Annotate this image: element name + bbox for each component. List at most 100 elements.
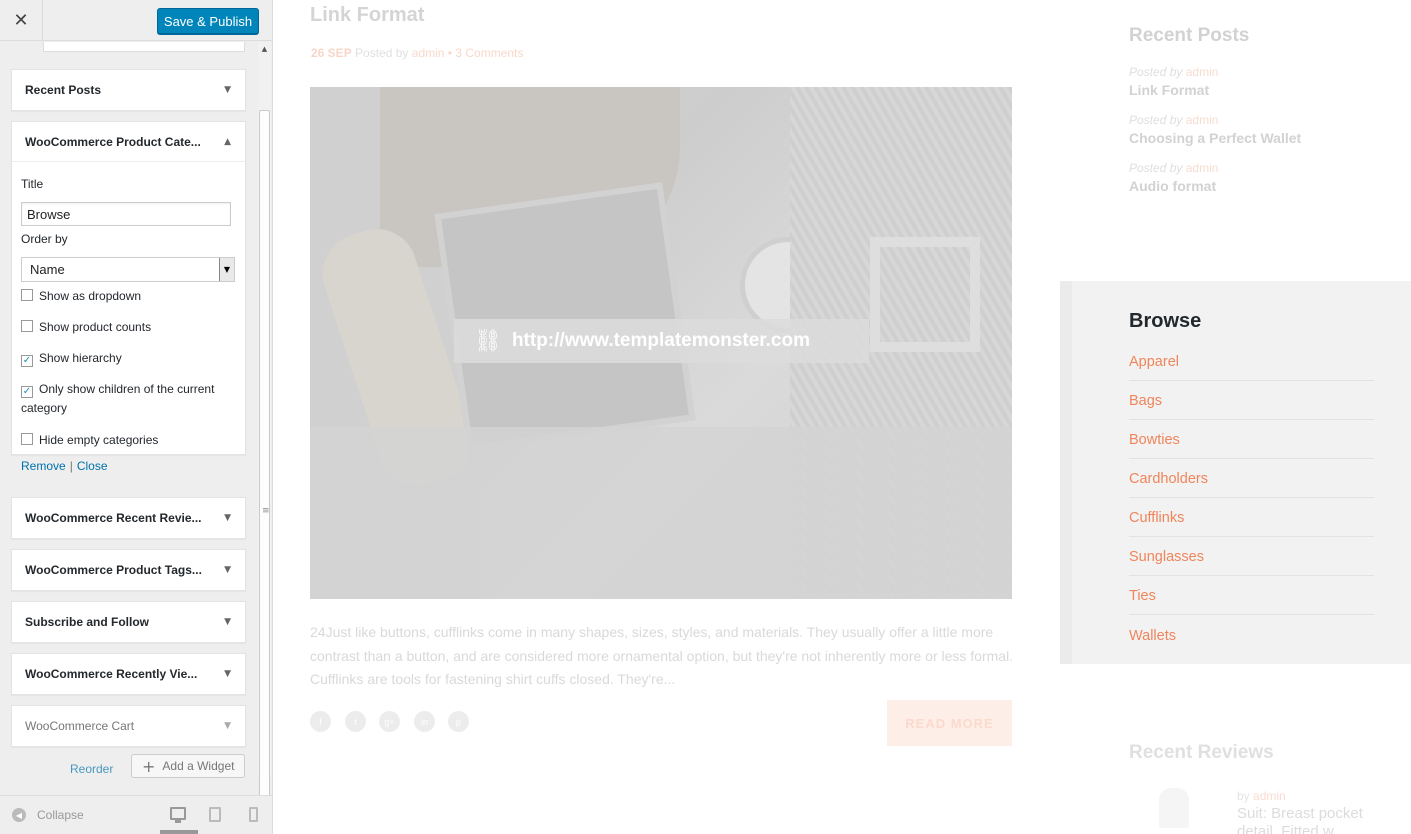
chevron-down-icon[interactable]: ▼ [224,617,231,627]
widget-actions: Remove | Close [21,459,108,473]
category-link-wallets[interactable]: Wallets [1129,615,1374,654]
browse-heading: Browse [1129,310,1202,332]
plus-icon: + [142,756,156,776]
pinterest-icon[interactable]: p [448,711,469,732]
checkbox-only-children[interactable]: ✓ Only show children of the current categ… [21,380,236,418]
close-link[interactable]: Close [77,459,108,473]
browse-categories-widget: Browse Apparel Bags Bowties Cardholders … [1060,281,1411,664]
title-input[interactable] [21,202,231,226]
widget-recently-viewed[interactable]: WooCommerce Recently Vie... ▼ [11,653,246,695]
post-title[interactable]: Link Format [310,4,424,27]
grip-icon: ≡ [262,506,270,516]
link-url[interactable]: http://www.templatemonster.com [512,330,810,352]
recent-posts-heading: Recent Posts [1129,25,1250,46]
widget-product-categories: WooCommerce Product Cate... ▲ Title Orde… [11,121,246,473]
widget-area-actions: Reorder + Add a Widget [0,754,258,784]
scroll-up-arrow-icon[interactable]: ▲ [258,42,271,55]
chevron-down-icon[interactable]: ▼ [224,565,231,575]
category-list: Apparel Bags Bowties Cardholders Cufflin… [1129,342,1374,654]
widget-title: WooCommerce Product Cate... [25,134,201,149]
chevron-down-icon[interactable]: ▼ [219,258,234,281]
order-by-label: Order by [21,232,68,246]
add-widget-label: Add a Widget [162,759,235,773]
active-device-indicator [160,830,198,834]
facebook-icon[interactable]: f [310,711,331,732]
widget-list: Recent Posts ▼ WooCommerce Product Cate.… [0,42,258,795]
close-icon[interactable]: ✕ [0,0,43,41]
checkbox-checked[interactable]: ✓ [21,355,33,367]
order-by-select[interactable]: Name ▼ [21,257,235,282]
widget-cart[interactable]: WooCommerce Cart ▼ [11,705,246,747]
linkedin-icon[interactable]: in [414,711,435,732]
post-excerpt: 24Just like buttons, cufflinks come in m… [310,624,1014,687]
recent-post-link[interactable]: Choosing a Perfect Wallet [1129,130,1411,146]
review-product-link[interactable]: Suit: Breast pocket detail, Fitted w... [1237,805,1387,834]
desktop-preview-icon[interactable] [170,807,186,823]
save-publish-button[interactable]: Save & Publish [157,8,259,34]
recent-post-link[interactable]: Link Format [1129,82,1411,98]
widget-title: Subscribe and Follow [25,615,150,629]
author-link[interactable]: admin [1186,65,1219,79]
chevron-down-icon[interactable]: ▼ [224,721,231,731]
category-link-bags[interactable]: Bags [1129,381,1374,420]
previous-section-edge [43,42,245,52]
mobile-preview-icon[interactable] [249,807,258,822]
scrollbar-thumb[interactable]: ≡ [259,110,270,818]
checkbox-show-hierarchy[interactable]: ✓ Show hierarchy [21,349,236,368]
remove-link[interactable]: Remove [21,459,66,473]
chevron-down-icon[interactable]: ▼ [224,85,231,95]
google-plus-icon[interactable]: g+ [379,711,400,732]
widget-product-tags[interactable]: WooCommerce Product Tags... ▼ [11,549,246,591]
chevron-down-icon[interactable]: ▼ [224,669,231,679]
recent-post-link[interactable]: Audio format [1129,178,1411,194]
meta-dot: • [447,46,452,60]
category-link-cardholders[interactable]: Cardholders [1129,459,1374,498]
chevron-up-icon[interactable]: ▲ [224,137,231,147]
checkbox[interactable] [21,320,33,332]
post-meta: 26 SEP Posted by admin • 3 Comments [311,46,523,60]
checkbox-hide-empty[interactable]: Hide empty categories [21,431,236,450]
widget-title: WooCommerce Cart [25,719,135,733]
category-link-ties[interactable]: Ties [1129,576,1374,615]
post-author-link[interactable]: admin [412,46,445,60]
recent-post-item: Posted by admin Choosing a Perfect Walle… [1129,113,1411,146]
title-label: Title [21,177,44,191]
category-link-bowties[interactable]: Bowties [1129,420,1374,459]
customizer-sidebar: ✕ Save & Publish Recent Posts ▼ WooComme… [0,0,273,834]
reorder-link[interactable]: Reorder [70,762,113,776]
checkbox[interactable] [21,289,33,301]
recent-reviews-heading: Recent Reviews [1129,742,1274,763]
post-date: 26 SEP [311,46,352,60]
collapse-button[interactable]: Collapse [37,808,84,822]
checkbox-show-dropdown[interactable]: Show as dropdown [21,287,236,306]
category-link-cufflinks[interactable]: Cufflinks [1129,498,1374,537]
checkbox[interactable] [21,433,33,445]
widget-recent-posts[interactable]: Recent Posts ▼ [11,69,246,111]
separator: | [69,459,73,473]
widget-subscribe-follow[interactable]: Subscribe and Follow ▼ [11,601,246,643]
category-link-apparel[interactable]: Apparel [1129,342,1374,381]
scrollbar[interactable]: ▲ ≡ [258,42,271,818]
posted-by-label: Posted by [355,46,409,60]
recent-post-item: Posted by admin Audio format [1129,161,1411,194]
post-featured-image: ⛓ http://www.templatemonster.com [310,87,1012,599]
order-by-value: Name [30,262,65,277]
add-widget-button[interactable]: + Add a Widget [131,754,245,778]
review-product-thumbnail[interactable] [1159,788,1189,828]
author-link[interactable]: admin [1186,113,1219,127]
author-link[interactable]: admin [1186,161,1219,175]
collapse-arrow-icon[interactable]: ◀ [12,808,26,822]
review-author: by admin [1237,789,1286,803]
category-link-sunglasses[interactable]: Sunglasses [1129,537,1374,576]
checkbox-show-product-counts[interactable]: Show product counts [21,318,236,337]
comments-link[interactable]: 3 Comments [455,46,523,60]
twitter-icon[interactable]: t [345,711,366,732]
widget-recent-reviews[interactable]: WooCommerce Recent Revie... ▼ [11,497,246,539]
checkbox-checked[interactable]: ✓ [21,386,33,398]
read-more-button[interactable]: READ MORE [887,700,1012,746]
chevron-down-icon[interactable]: ▼ [224,513,231,523]
widget-title: WooCommerce Recently Vie... [25,667,198,681]
link-format-banner[interactable]: ⛓ http://www.templatemonster.com [454,319,869,363]
recent-post-item: Posted by admin Link Format [1129,65,1411,98]
tablet-preview-icon[interactable] [209,807,221,822]
